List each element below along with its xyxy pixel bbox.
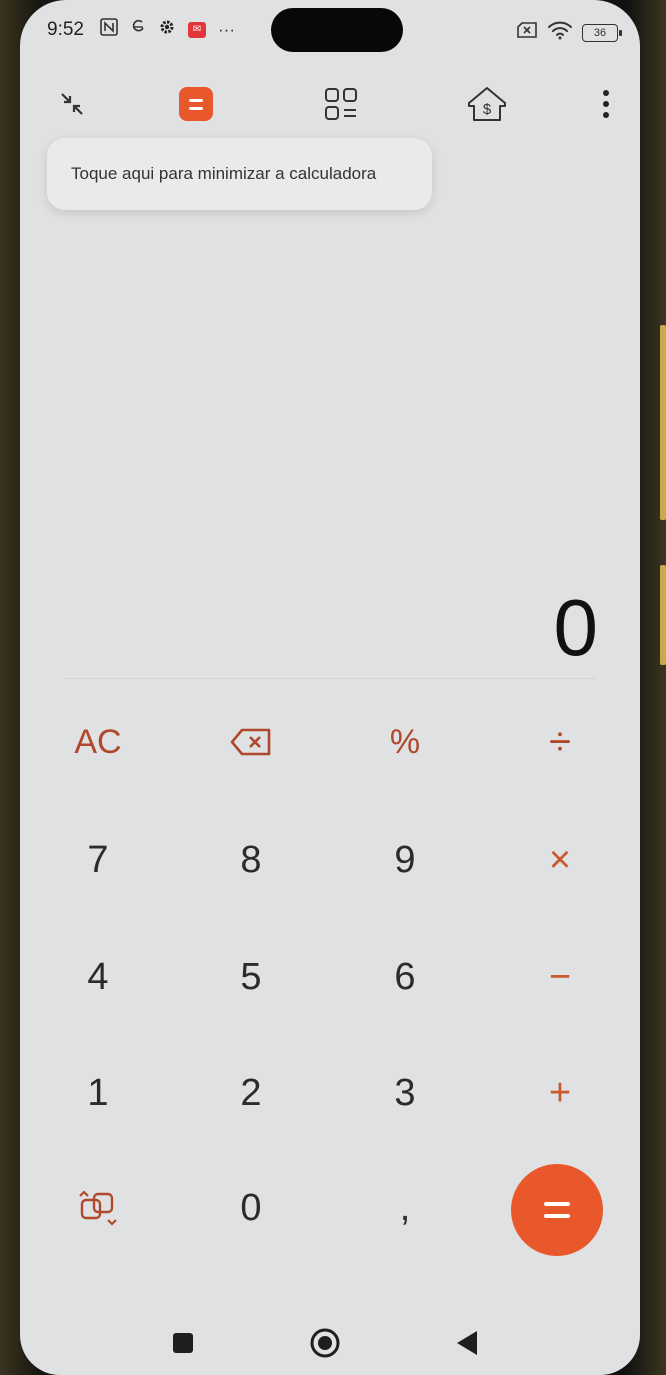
power-button <box>660 565 666 665</box>
volume-button <box>660 325 666 520</box>
decimal-button[interactable]: , <box>355 1168 455 1248</box>
mode-switch-icon <box>79 1190 117 1226</box>
wifi-icon <box>547 20 573 45</box>
more-notifications-icon: ··· <box>218 20 235 39</box>
sync-icon <box>130 18 146 42</box>
digit-4-button[interactable]: 4 <box>48 937 148 1017</box>
calculator-icon <box>179 87 213 121</box>
digit-8-button[interactable]: 8 <box>201 820 301 900</box>
svg-text:$: $ <box>483 101 492 118</box>
camera-notch <box>271 8 403 52</box>
minimize-button[interactable] <box>48 80 96 128</box>
equals-icon-bar <box>544 1214 570 1218</box>
notification-icons: ✉ ··· <box>100 18 235 42</box>
calculator-tab-button[interactable] <box>172 80 220 128</box>
tooltip-text: Toque aqui para minimizar a calculadora <box>71 164 377 183</box>
system-icons: 36 <box>516 20 622 45</box>
finance-home-icon: $ <box>468 87 506 121</box>
minus-button[interactable]: − <box>510 937 610 1017</box>
backspace-button[interactable] <box>201 702 301 782</box>
toolbar: $ <box>20 80 640 130</box>
back-button[interactable] <box>447 1325 487 1361</box>
converter-tab-button[interactable] <box>317 80 365 128</box>
status-bar: 9:52 ✉ ··· 36 <box>20 0 640 60</box>
recents-button[interactable] <box>163 1325 203 1361</box>
finance-tab-button[interactable]: $ <box>463 80 511 128</box>
minimize-tooltip: Toque aqui para minimizar a calculadora <box>47 138 432 210</box>
settings-gear-icon <box>158 18 176 42</box>
display-divider <box>65 678 595 679</box>
more-vert-icon <box>603 90 609 118</box>
mode-switch-button[interactable] <box>48 1168 148 1248</box>
no-sim-icon <box>516 21 538 44</box>
equals-icon <box>544 1202 570 1206</box>
digit-0-button[interactable]: 0 <box>201 1168 301 1248</box>
mail-app-icon: ✉ <box>188 22 206 38</box>
back-triangle-icon <box>457 1331 477 1355</box>
clear-button[interactable]: AC <box>48 702 148 782</box>
nfc-icon <box>100 18 118 42</box>
plus-button[interactable]: + <box>510 1053 610 1133</box>
equals-button[interactable] <box>511 1164 603 1256</box>
digit-9-button[interactable]: 9 <box>355 820 455 900</box>
multiply-button[interactable]: × <box>510 820 610 900</box>
minimize-icon <box>61 93 83 115</box>
battery-icon: 36 <box>582 23 622 42</box>
digit-2-button[interactable]: 2 <box>201 1053 301 1133</box>
home-button[interactable] <box>305 1325 345 1361</box>
digit-5-button[interactable]: 5 <box>201 937 301 1017</box>
home-circle-icon <box>310 1328 340 1358</box>
more-options-button[interactable] <box>582 80 630 128</box>
screen: 9:52 ✉ ··· 36 $ Toque aqui para minimiza… <box>20 0 640 1375</box>
backspace-icon <box>230 728 271 756</box>
digit-6-button[interactable]: 6 <box>355 937 455 1017</box>
digit-1-button[interactable]: 1 <box>48 1053 148 1133</box>
digit-7-button[interactable]: 7 <box>48 820 148 900</box>
divide-button[interactable]: ÷ <box>510 702 610 782</box>
recents-square-icon <box>173 1333 193 1353</box>
digit-3-button[interactable]: 3 <box>355 1053 455 1133</box>
percent-button[interactable]: % <box>355 702 455 782</box>
status-time: 9:52 <box>47 19 84 40</box>
display-value: 0 <box>553 583 599 672</box>
converter-grid-icon <box>325 88 357 120</box>
